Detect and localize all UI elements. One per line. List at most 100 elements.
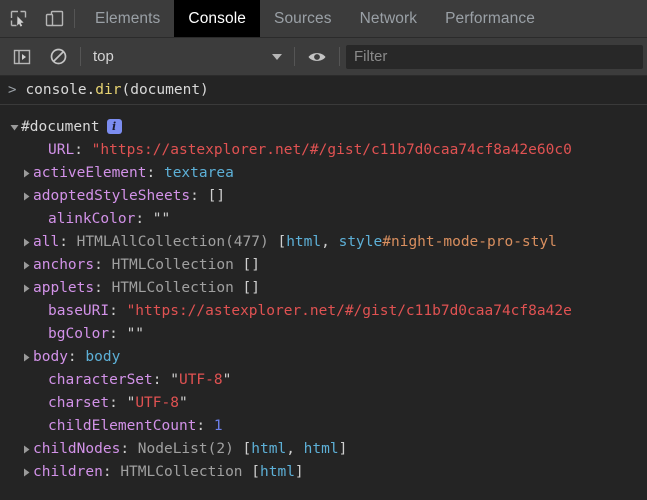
chevron-right-icon[interactable] [20, 277, 33, 300]
property-value-part: : [146, 165, 164, 181]
property-row-URL: URL: "https://astexplorer.net/#/gist/c11… [0, 139, 647, 162]
property-row-body[interactable]: body: body [0, 346, 647, 369]
property-value-part: HTMLCollection [111, 257, 243, 273]
property-key: alinkColor [48, 211, 136, 227]
property-value-part: : [74, 142, 92, 158]
chevron-right-icon[interactable] [20, 438, 33, 461]
console-output-area[interactable]: > console.dir(document) #document i URL:… [0, 77, 647, 500]
property-value-part: html [260, 464, 295, 480]
result-root-row[interactable]: #document i [0, 116, 647, 139]
property-row-children[interactable]: children: HTMLCollection [html] [0, 461, 647, 484]
property-value-part: : [120, 441, 138, 457]
property-row-alinkColor: alinkColor: "" [0, 208, 647, 231]
property-key: all [33, 234, 60, 250]
property-value-part: HTMLCollection [111, 280, 243, 296]
property-key: children [33, 464, 103, 480]
property-row-adoptedStyleSheets[interactable]: adoptedStyleSheets: [] [0, 185, 647, 208]
tab-sources[interactable]: Sources [260, 0, 346, 37]
property-row-charset: charset: " UTF-8 " [0, 392, 647, 415]
device-toolbar-icon[interactable] [36, 0, 72, 37]
property-value-part: "https://astexplorer.net/#/gist/c11b7d0c… [91, 142, 572, 158]
console-toolbar: top [0, 38, 647, 76]
property-value-part: : [109, 326, 127, 342]
property-value-part: html [303, 441, 339, 457]
tab-performance[interactable]: Performance [431, 0, 549, 37]
toolbar-separator-1 [80, 47, 81, 66]
devtools-tabbar: Elements Console Sources Network Perform… [0, 0, 647, 38]
property-row-anchors[interactable]: anchors: HTMLCollection [] [0, 254, 647, 277]
clear-console-icon[interactable] [40, 48, 76, 65]
property-value-part: textarea [163, 165, 234, 181]
toolbar-separator-3 [339, 47, 340, 66]
tab-console[interactable]: Console [174, 0, 260, 37]
property-value-part: : [59, 234, 77, 250]
property-value-part: : [109, 303, 127, 319]
property-value-part: [] [207, 188, 226, 204]
property-value-part: : [135, 211, 153, 227]
chevron-right-icon[interactable] [20, 346, 33, 369]
property-key: activeElement [33, 165, 147, 181]
property-value-part: : [152, 372, 171, 388]
inspect-element-icon[interactable] [0, 0, 36, 37]
property-value-part: HTMLAllCollection(477) [76, 234, 278, 250]
property-key: charset [48, 395, 110, 411]
property-value-part: : [94, 257, 112, 273]
property-value-part: style [338, 234, 383, 250]
property-row-activeElement[interactable]: activeElement: textarea [0, 162, 647, 185]
property-row-characterSet: characterSet: " UTF-8 " [0, 369, 647, 392]
result-root-label: #document [21, 119, 100, 135]
property-key: anchors [33, 257, 95, 273]
property-value-part: ] [338, 441, 348, 457]
property-key: characterSet [48, 372, 153, 388]
property-value-part: , [321, 234, 339, 250]
console-sidebar-icon[interactable] [4, 49, 40, 65]
property-value-part: ] [294, 464, 304, 480]
property-value-part: body [85, 349, 121, 365]
tab-network[interactable]: Network [346, 0, 432, 37]
info-badge-icon[interactable]: i [106, 119, 122, 134]
execution-context-label: top [93, 48, 114, 65]
chevron-right-icon[interactable] [20, 231, 33, 254]
execution-context-selector[interactable]: top [85, 44, 290, 70]
property-value-part: [ [251, 464, 260, 480]
chevron-down-icon[interactable] [8, 116, 21, 139]
property-list: URL: "https://astexplorer.net/#/gist/c11… [0, 139, 647, 484]
chevron-right-icon[interactable] [20, 254, 33, 277]
chevron-right-icon[interactable] [20, 162, 33, 185]
property-key: body [33, 349, 68, 365]
property-value-part: NodeList(2) [137, 441, 243, 457]
property-value-part: UTF-8 [178, 372, 223, 388]
property-value-part: " [126, 395, 136, 411]
property-key: baseURI [48, 303, 110, 319]
tab-elements[interactable]: Elements [81, 0, 174, 37]
property-value-part: #night-mode-pro-styl [382, 234, 557, 250]
property-key: applets [33, 280, 95, 296]
property-key: childElementCount [48, 418, 197, 434]
property-value-part: : [196, 418, 214, 434]
property-row-applets[interactable]: applets: HTMLCollection [] [0, 277, 647, 300]
property-value-part: : [109, 395, 127, 411]
property-row-childElementCount: childElementCount: 1 [0, 415, 647, 438]
property-row-all[interactable]: all: HTMLAllCollection(477) [html, style… [0, 231, 647, 254]
property-row-bgColor: bgColor: "" [0, 323, 647, 346]
property-key: childNodes [33, 441, 121, 457]
property-value-part: : [67, 349, 86, 365]
chevron-right-icon[interactable] [20, 461, 33, 484]
chevron-right-icon[interactable] [20, 185, 33, 208]
console-command-text: console.dir(document) [25, 79, 208, 102]
property-value-part: [ [277, 234, 287, 250]
property-value-part: " [178, 395, 188, 411]
property-value-part: "" [152, 211, 171, 227]
command-part-object: console. [25, 82, 96, 98]
console-command-row: > console.dir(document) [0, 77, 647, 105]
property-value-part: UTF-8 [135, 395, 179, 411]
property-value-part: "https://astexplorer.net/#/gist/c11b7d0c… [126, 303, 572, 319]
live-expression-icon[interactable] [299, 50, 335, 64]
filter-input[interactable] [346, 44, 643, 69]
property-value-part: [ [242, 441, 252, 457]
property-value-part: [] [242, 280, 260, 296]
property-row-childNodes[interactable]: childNodes: NodeList(2) [html, html] [0, 438, 647, 461]
property-value-part: HTMLCollection [120, 464, 252, 480]
property-value-part: [] [242, 257, 260, 273]
property-value-part: html [251, 441, 287, 457]
